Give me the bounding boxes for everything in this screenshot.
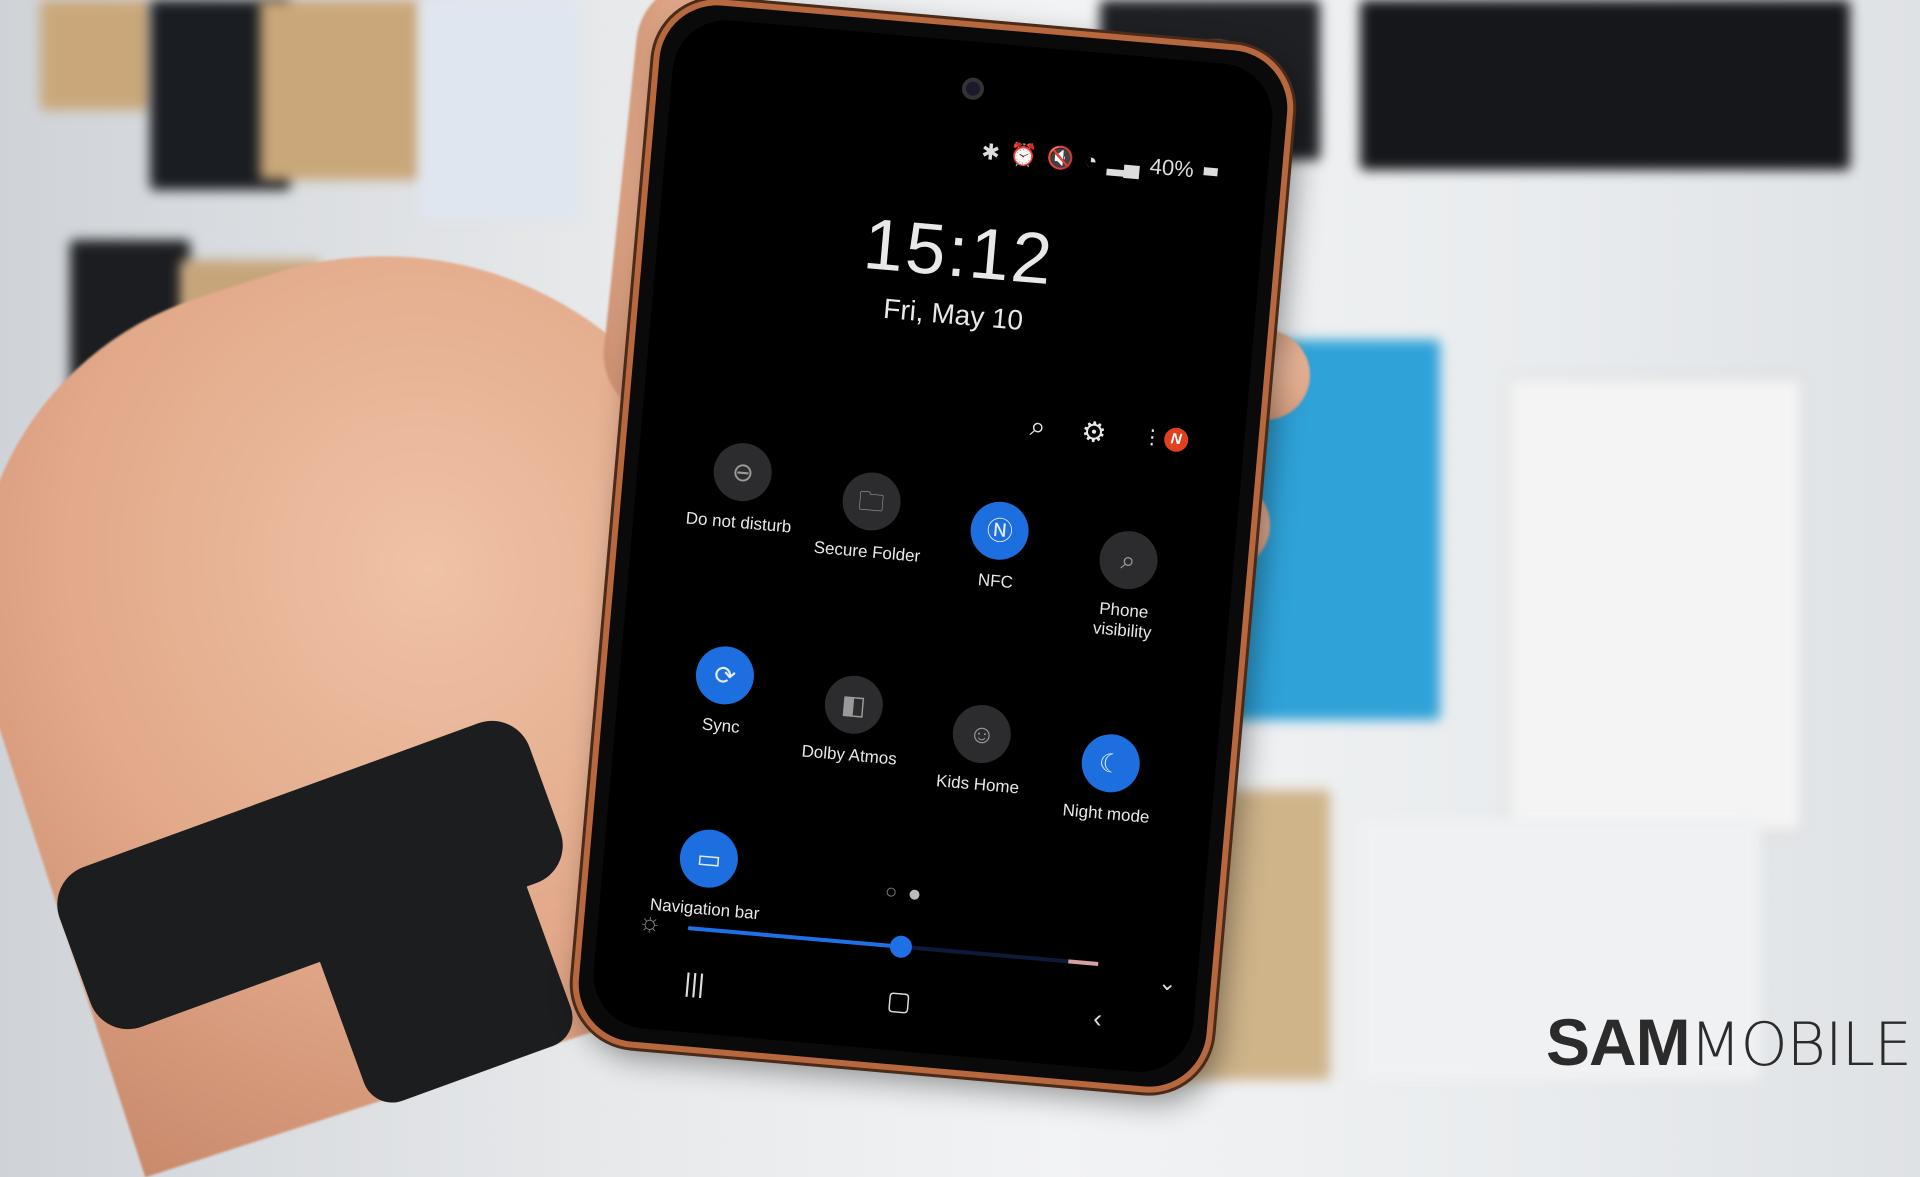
background-box — [1510, 380, 1800, 830]
search-icon[interactable]: ⌕ — [1029, 410, 1047, 444]
tile-phone-visibility[interactable]: ⌕ Phone visibility — [1056, 525, 1196, 646]
moon-icon[interactable]: ☾ — [1079, 731, 1142, 795]
dolby-icon[interactable]: ◧ — [822, 673, 886, 737]
panel-actions: ⌕ ⚙ ⋮ N — [1029, 410, 1190, 457]
tile-label: Kids Home — [935, 771, 1020, 798]
tile-secure-folder[interactable]: 🗀 Secure Folder — [796, 467, 939, 624]
battery-icon — [1203, 167, 1218, 177]
mute-icon: 🔇 — [1045, 144, 1076, 172]
phone: ✱ ⏰ 🔇 ◔ ▂▄ 40% 15:12 Fri, May 10 ⌕ ⚙ ⋮ N… — [567, 0, 1299, 1098]
tile-night-mode[interactable]: ☾ Night mode — [1040, 729, 1178, 830]
status-bar: ✱ ⏰ 🔇 ◔ ▂▄ 40% — [980, 139, 1218, 186]
tile-nfc[interactable]: Ⓝ NFC — [926, 496, 1067, 635]
front-camera — [961, 76, 985, 101]
recents-button[interactable]: ||| — [683, 967, 706, 1000]
alarm-icon: ⏰ — [1008, 141, 1039, 169]
expand-chevron-icon[interactable]: ⌄ — [1157, 969, 1178, 997]
back-button[interactable]: ‹ — [1092, 1003, 1103, 1035]
background-box — [40, 0, 150, 110]
tile-label: Secure Folder — [812, 537, 922, 566]
more-button[interactable]: ⋮ N — [1141, 424, 1190, 453]
tile-label: Sync — [701, 714, 741, 737]
home-button[interactable]: ▢ — [885, 985, 912, 1018]
tile-label: Do not disturb — [685, 508, 793, 537]
sammobile-watermark: SAMMOBILE — [1546, 1005, 1912, 1080]
phone-visibility-icon[interactable]: ⌕ — [1096, 528, 1160, 592]
secure-folder-icon[interactable]: 🗀 — [839, 470, 903, 533]
tile-do-not-disturb[interactable]: ⊖ Do not disturb — [666, 438, 810, 613]
tile-label: NFC — [977, 570, 1014, 593]
battery-level: 40% — [1148, 153, 1195, 183]
background-box — [1360, 0, 1850, 170]
minus-circle-icon[interactable]: ⊖ — [711, 440, 775, 504]
sync-icon[interactable]: ⟳ — [693, 643, 757, 707]
brightness-fill — [687, 926, 902, 949]
brightness-icon: ☼ — [636, 905, 664, 938]
wifi-icon: ◔ — [1083, 147, 1099, 174]
tile-kids-home[interactable]: ☺ Kids Home — [910, 699, 1049, 818]
tile-sync[interactable]: ⟳ Sync — [650, 641, 793, 796]
gear-icon[interactable]: ⚙ — [1080, 415, 1108, 450]
nfc-icon[interactable]: Ⓝ — [968, 499, 1032, 563]
tile-label: Phone visibility — [1092, 598, 1153, 643]
brightness-tail — [1068, 959, 1099, 966]
phone-screen: ✱ ⏰ 🔇 ◔ ▂▄ 40% 15:12 Fri, May 10 ⌕ ⚙ ⋮ N… — [589, 15, 1277, 1077]
background-box — [260, 0, 420, 180]
page-dot-2[interactable] — [908, 889, 920, 901]
more-icon: ⋮ — [1141, 425, 1164, 450]
signal-icon: ▂▄ — [1106, 149, 1142, 178]
tile-label: Dolby Atmos — [800, 741, 898, 769]
background-box — [420, 0, 580, 220]
kids-home-icon[interactable]: ☺ — [950, 702, 1014, 766]
tile-dolby-atmos[interactable]: ◧ Dolby Atmos — [780, 670, 921, 807]
bluetooth-icon: ✱ — [980, 138, 1001, 166]
tile-label: Night mode — [1061, 800, 1151, 827]
page-dot-1[interactable] — [885, 887, 896, 898]
brightness-thumb[interactable] — [889, 934, 914, 959]
notification-badge: N — [1163, 426, 1190, 453]
